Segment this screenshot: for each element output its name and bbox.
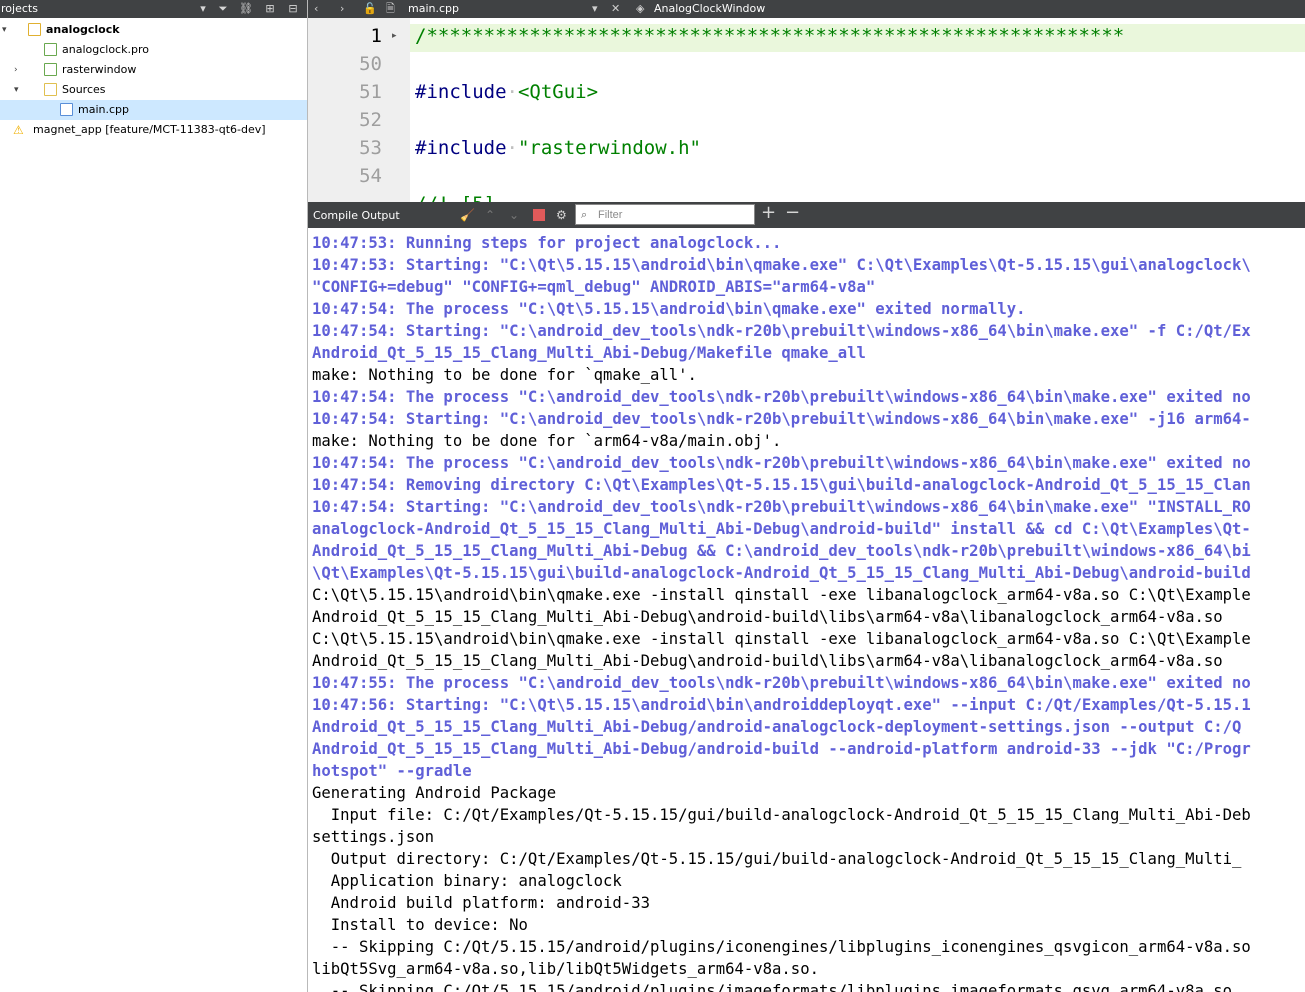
gear-icon[interactable]: ⚙	[556, 207, 567, 223]
projects-title: rojects	[1, 2, 38, 15]
code-line: #include·"rasterwindow.h"	[415, 137, 701, 159]
tree-item[interactable]: › rasterwindow	[0, 60, 307, 80]
output-line: Android_Qt_5_15_15_Clang_Multi_Abi-Debug…	[312, 542, 1251, 560]
code-line: #include·<QtGui>	[415, 81, 599, 103]
down-arrow-icon[interactable]: ⌄	[509, 207, 519, 223]
code-editor[interactable]: 1 50 51 52 53 54 ▸ /*************************…	[308, 18, 1305, 202]
output-line: libQt5Svg_arm64-v8a.so,lib/libQt5Widgets…	[312, 960, 819, 978]
filter-icon[interactable]: ⏷	[215, 1, 231, 17]
output-line: C:\Qt\5.15.15\android\bin\qmake.exe -ins…	[312, 630, 1251, 648]
output-line: 10:47:56: Starting: "C:\Qt\5.15.15\andro…	[312, 696, 1251, 714]
tree-item-label: analogclock.pro	[62, 43, 149, 56]
line-number: 53	[359, 137, 382, 159]
projects-toolbar: rojects ▾ ⏷ ⛓ ⊞ ⊟	[0, 0, 307, 18]
line-number: 51	[359, 81, 382, 103]
compile-output-toolbar: Compile Output 🧹 ⌃ ⌄ ⚙ ⌕ + −	[308, 202, 1305, 228]
output-line: \Qt\Examples\Qt-5.15.15\gui\build-analog…	[312, 564, 1251, 582]
output-line: hotspot" --gradle	[312, 762, 472, 780]
split-icon[interactable]: ⊞	[262, 1, 278, 17]
output-line: Android_Qt_5_15_15_Clang_Multi_Abi-Debug…	[312, 718, 1242, 736]
tree-item[interactable]: ▾ analogclock	[0, 20, 307, 40]
fold-marker-icon[interactable]: ▸	[392, 31, 397, 41]
close-pane-icon[interactable]: ⊟	[285, 1, 301, 17]
output-line: Output directory: C:/Qt/Examples/Qt-5.15…	[312, 850, 1242, 868]
output-line: 10:47:54: Removing directory C:\Qt\Examp…	[312, 476, 1251, 494]
search-icon: ⌕	[581, 208, 588, 221]
collapse-arrow-icon[interactable]: ▾	[2, 20, 12, 40]
filter-input[interactable]	[575, 204, 755, 225]
line-number: 54	[359, 165, 382, 187]
class-icon: ◈	[636, 2, 645, 15]
tree-item-label: analogclock	[46, 23, 120, 36]
symbol-selector[interactable]: AnalogClockWindow	[654, 1, 765, 17]
tree-item[interactable]: main.cpp	[0, 100, 307, 120]
close-file-icon[interactable]: ✕	[611, 1, 620, 17]
output-line: Android_Qt_5_15_15_Clang_Multi_Abi-Debug…	[312, 608, 1223, 626]
output-line: settings.json	[312, 828, 435, 846]
project-icon	[28, 23, 41, 36]
output-line: 10:47:54: The process "C:\android_dev_to…	[312, 454, 1251, 472]
expand-arrow-icon[interactable]: ›	[14, 60, 24, 80]
collapse-arrow-icon[interactable]: ▾	[14, 80, 24, 100]
warning-icon: ⚠	[13, 123, 24, 137]
projects-pane: rojects ▾ ⏷ ⛓ ⊞ ⊟ ▾ analogclock analogcloc…	[0, 0, 308, 992]
output-line: Android_Qt_5_15_15_Clang_Multi_Abi-Debug…	[312, 344, 866, 362]
output-line: make: Nothing to be done for `qmake_all'…	[312, 366, 697, 384]
cpp-file-icon	[60, 103, 73, 116]
output-line: "CONFIG+=debug" "CONFIG+=qml_debug" ANDR…	[312, 278, 876, 296]
stop-icon[interactable]	[533, 209, 545, 221]
line-number: 1	[370, 25, 382, 47]
output-line: 10:47:54: The process "C:\Qt\5.15.15\and…	[312, 300, 1026, 318]
tree-item[interactable]: ▾ Sources	[0, 80, 307, 100]
editor-toolbar: ‹ › 🔓 🗎 main.cpp ▾ ✕ ◈ AnalogClockWindow	[308, 0, 1305, 18]
output-line: 10:47:54: Starting: "C:\android_dev_tool…	[312, 322, 1251, 340]
line-number: 52	[359, 109, 382, 131]
back-arrow-icon[interactable]: ‹	[314, 1, 318, 17]
output-line: 10:47:54: Starting: "C:\android_dev_tool…	[312, 410, 1251, 428]
output-line: analogclock-Android_Qt_5_15_15_Clang_Mul…	[312, 520, 1251, 538]
output-line: Android_Qt_5_15_15_Clang_Multi_Abi-Debug…	[312, 740, 1251, 758]
file-dropdown-icon[interactable]: ▾	[592, 1, 598, 17]
output-line: 10:47:54: The process "C:\android_dev_to…	[312, 388, 1251, 406]
output-line: 10:47:54: Starting: "C:\android_dev_tool…	[312, 498, 1251, 516]
tree-item-label: Sources	[62, 83, 106, 96]
output-line: C:\Qt\5.15.15\android\bin\qmake.exe -ins…	[312, 586, 1251, 604]
pro-file-icon	[44, 43, 57, 56]
up-arrow-icon[interactable]: ⌃	[485, 207, 495, 223]
output-line: make: Nothing to be done for `arm64-v8a/…	[312, 432, 782, 450]
output-line: Install to device: No	[312, 916, 528, 934]
code-line: /***************************************…	[415, 25, 1125, 47]
output-line: Application binary: analogclock	[312, 872, 622, 890]
output-line: 10:47:53: Running steps for project anal…	[312, 234, 782, 252]
chevron-down-icon[interactable]: ▾	[195, 1, 211, 17]
folder-icon	[44, 63, 57, 76]
output-line: 10:47:53: Starting: "C:\Qt\5.15.15\andro…	[312, 256, 1251, 274]
compile-output-pane[interactable]: 10:47:53: Running steps for project anal…	[308, 228, 1305, 992]
compile-output-title: Compile Output	[313, 209, 400, 222]
output-line: Input file: C:/Qt/Examples/Qt-5.15.15/gu…	[312, 806, 1251, 824]
output-line: Generating Android Package	[312, 784, 557, 802]
tree-item-label: rasterwindow	[62, 63, 137, 76]
output-line: -- Skipping C:/Qt/5.15.15/android/plugin…	[312, 982, 1233, 992]
file-icon: 🗎	[386, 2, 395, 15]
line-number: 50	[359, 53, 382, 75]
tree-item[interactable]: analogclock.pro	[0, 40, 307, 60]
file-tab[interactable]: main.cpp	[408, 1, 459, 17]
line-number-gutter: 1 50 51 52 53 54 ▸	[308, 18, 410, 202]
output-line: Android_Qt_5_15_15_Clang_Multi_Abi-Debug…	[312, 652, 1223, 670]
tree-item[interactable]: ⚠ magnet_app [feature/MCT-11383-qt6-dev]	[0, 120, 307, 140]
code-line: //! [5]	[415, 193, 495, 202]
lock-icon: 🔓	[363, 2, 377, 15]
output-line: Android build platform: android-33	[312, 894, 650, 912]
tree-item-label: main.cpp	[78, 103, 129, 116]
output-line: -- Skipping C:/Qt/5.15.15/android/plugin…	[312, 938, 1251, 956]
link-icon[interactable]: ⛓	[238, 1, 254, 17]
forward-arrow-icon[interactable]: ›	[340, 1, 344, 17]
tree-item-label: magnet_app [feature/MCT-11383-qt6-dev]	[33, 123, 266, 136]
clean-icon[interactable]: 🧹	[460, 207, 475, 223]
zoom-out-button[interactable]: −	[785, 204, 800, 222]
output-line: 10:47:55: The process "C:\android_dev_to…	[312, 674, 1251, 692]
sources-folder-icon	[44, 83, 57, 96]
zoom-in-button[interactable]: +	[761, 204, 776, 222]
